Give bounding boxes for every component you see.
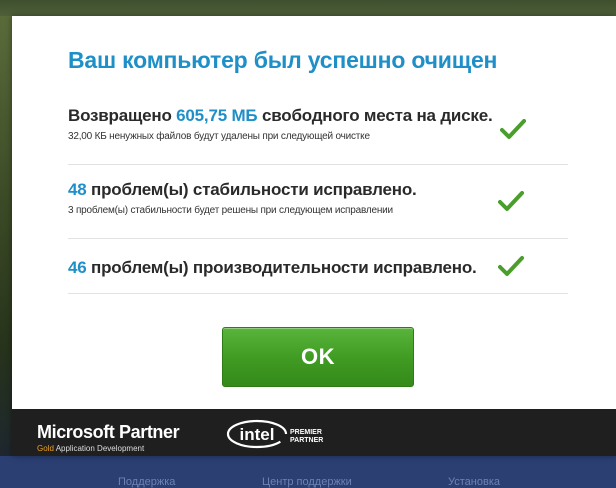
background-nav-item: Центр поддержки xyxy=(262,476,352,488)
checkmark-icon xyxy=(500,119,526,139)
stability-fixed-count: 48 xyxy=(68,180,87,199)
performance-fixed-count: 46 xyxy=(68,258,87,277)
result-row-performance: 46 проблем(ы) производительности исправл… xyxy=(68,258,568,278)
result-row-text: 46 проблем(ы) производительности исправл… xyxy=(68,258,477,277)
divider xyxy=(68,164,568,165)
divider xyxy=(68,293,568,294)
premier-partner-label: PREMIER PARTNER xyxy=(290,429,324,444)
result-row-text: 48 проблем(ы) стабильности исправлено. xyxy=(68,180,417,199)
background-nav-item: Поддержка xyxy=(118,476,176,488)
checkmark-icon xyxy=(498,191,524,211)
result-row-text: Возвращено 605,75 МБ свободного места на… xyxy=(68,106,493,125)
result-row-stability: 48 проблем(ы) стабильности исправлено. 3… xyxy=(68,180,568,216)
dialog-title: Ваш компьютер был успешно очищен xyxy=(68,47,498,73)
background-nav-item: Установка xyxy=(448,476,500,488)
checkmark-icon xyxy=(498,256,524,276)
microsoft-partner-logo: Microsoft Partner xyxy=(37,422,180,442)
microsoft-partner-subtitle: Gold Application Development xyxy=(37,444,145,453)
result-row-subtext: 32,00 КБ ненужных файлов будут удалены п… xyxy=(68,131,370,142)
intel-logo: intel xyxy=(226,419,288,449)
ok-button[interactable]: OK xyxy=(222,327,414,387)
background-app-header xyxy=(0,0,616,16)
svg-text:intel: intel xyxy=(240,425,275,444)
partner-footer: Microsoft Partner Gold Application Devel… xyxy=(12,409,616,456)
background-app-sidebar xyxy=(0,16,12,488)
freed-space-value: 605,75 МБ xyxy=(176,106,258,125)
divider xyxy=(68,238,568,239)
result-row-subtext: 3 проблем(ы) стабильности будет решены п… xyxy=(68,205,393,216)
cleanup-result-dialog: Ваш компьютер был успешно очищен Возвращ… xyxy=(12,16,616,456)
result-row-disk-space: Возвращено 605,75 МБ свободного места на… xyxy=(68,106,568,142)
